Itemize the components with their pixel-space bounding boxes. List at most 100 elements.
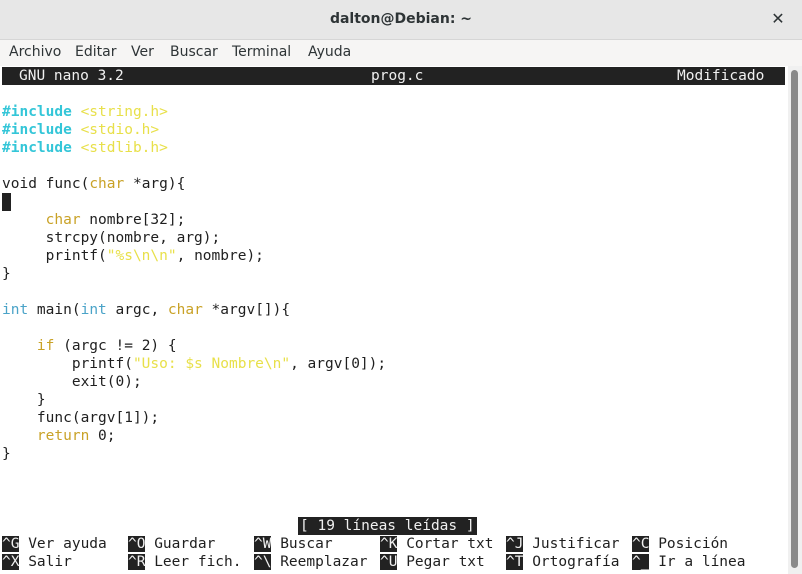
code-token: strcpy(nombre, arg);: [45, 230, 221, 246]
nano-filename: prog.c: [371, 68, 424, 84]
code-token: return: [36, 428, 90, 444]
code-line: #include <string.h>: [2, 103, 168, 121]
shortcut-key: ^U: [380, 554, 398, 570]
shortcut-key: ^O: [128, 536, 146, 552]
code-token: #include: [2, 140, 72, 156]
menu-terminal[interactable]: Terminal: [232, 44, 291, 60]
shortcut-search[interactable]: ^W Buscar: [254, 535, 333, 553]
code-token: "%s\n\n": [106, 248, 177, 264]
shortcut-cut[interactable]: ^K Cortar txt: [380, 535, 494, 553]
shortcut-key: ^K: [380, 536, 398, 552]
scrollbar-thumb[interactable]: [791, 70, 798, 568]
code-token: <stdio.h>: [80, 122, 160, 138]
shortcut-read-file[interactable]: ^R Leer fich.: [128, 553, 242, 571]
shortcut-key: ^_: [632, 554, 650, 570]
nano-status-message: [ 19 líneas leídas ]: [298, 517, 477, 535]
shortcut-spell[interactable]: ^T Ortografía: [506, 553, 620, 571]
shortcut-label: Buscar: [280, 536, 333, 552]
code-token: if: [36, 338, 55, 354]
shortcut-goto-line[interactable]: ^_ Ir a línea: [632, 553, 746, 571]
code-line: if (argc != 2) {: [2, 337, 177, 355]
code-token: exit(0);: [71, 374, 142, 390]
code-line: return 0;: [2, 427, 116, 445]
code-line: strcpy(nombre, arg);: [2, 229, 221, 247]
shortcut-key: ^T: [506, 554, 524, 570]
code-token: int: [80, 302, 107, 318]
shortcut-label: Ver ayuda: [28, 536, 107, 552]
code-token: char: [89, 176, 125, 192]
shortcut-label: Leer fich.: [154, 554, 242, 570]
close-icon[interactable]: ✕: [768, 9, 788, 29]
code-token: void func(: [2, 176, 90, 192]
shortcut-save[interactable]: ^O Guardar: [128, 535, 215, 553]
code-token: <string.h>: [80, 104, 168, 120]
menu-ayuda[interactable]: Ayuda: [308, 44, 351, 60]
shortcut-key: ^C: [632, 536, 650, 552]
shortcut-label: Ir a línea: [658, 554, 746, 570]
code-token: #include: [2, 104, 72, 120]
code-token: (argc != 2) {: [54, 338, 177, 354]
code-line: printf("%s\n\n", nombre);: [2, 247, 264, 265]
shortcut-justify[interactable]: ^J Justificar: [506, 535, 620, 553]
shortcut-label: Cortar txt: [406, 536, 494, 552]
code-line: #include <stdlib.h>: [2, 139, 168, 157]
shortcut-label: Reemplazar: [280, 554, 368, 570]
code-token: argc,: [106, 302, 168, 318]
shortcut-label: Pegar txt: [406, 554, 485, 570]
menu-ver[interactable]: Ver: [131, 44, 154, 60]
shortcut-paste[interactable]: ^U Pegar txt: [380, 553, 485, 571]
code-token: , argv[0]);: [290, 356, 387, 372]
window-titlebar: dalton@Debian: ~ ✕: [0, 0, 802, 40]
code-token: *arg){: [124, 176, 186, 192]
code-token: printf(: [45, 248, 107, 264]
shortcut-replace[interactable]: ^\ Reemplazar: [254, 553, 368, 571]
code-line: }: [2, 446, 11, 462]
shortcut-position[interactable]: ^C Posición: [632, 535, 728, 553]
shortcut-key: ^\: [254, 554, 272, 570]
nano-version: GNU nano 3.2: [19, 68, 124, 84]
code-line: char nombre[32];: [2, 211, 186, 229]
shortcut-help[interactable]: ^G Ver ayuda: [2, 535, 107, 553]
shortcut-label: Posición: [658, 536, 729, 552]
code-token: int: [2, 302, 29, 318]
code-token: main(: [28, 302, 81, 318]
code-line: exit(0);: [2, 373, 142, 391]
code-line: void func(char *arg){: [2, 175, 185, 193]
menu-bar: Archivo Editar Ver Buscar Terminal Ayuda: [0, 40, 802, 66]
code-token: nombre[32];: [80, 212, 186, 228]
code-token: char: [167, 302, 203, 318]
code-line: func(argv[1]);: [2, 409, 159, 427]
code-token: "Uso: $s Nombre\n": [132, 356, 291, 372]
code-token: , nombre);: [176, 248, 264, 264]
code-token: 0;: [89, 428, 116, 444]
shortcut-key: ^W: [254, 536, 272, 552]
menu-archivo[interactable]: Archivo: [9, 44, 61, 60]
shortcut-key: ^G: [2, 536, 20, 552]
shortcut-key: ^R: [128, 554, 146, 570]
shortcut-exit[interactable]: ^X Salir: [2, 553, 72, 571]
shortcut-label: Justificar: [532, 536, 620, 552]
shortcut-key: ^J: [506, 536, 524, 552]
code-token: printf(: [71, 356, 133, 372]
code-token: #include: [2, 122, 72, 138]
code-line: #include <stdio.h>: [2, 121, 159, 139]
shortcut-label: Ortografía: [532, 554, 620, 570]
shortcut-label: Guardar: [154, 536, 216, 552]
window-title: dalton@Debian: ~: [329, 11, 473, 27]
code-token: func(argv[1]);: [36, 410, 160, 426]
code-token: }: [36, 392, 46, 408]
text-cursor: [2, 193, 11, 211]
nano-header: GNU nano 3.2 prog.c Modificado: [2, 67, 785, 85]
code-token: *argv[]){: [202, 302, 291, 318]
code-line: }: [2, 266, 11, 282]
scrollbar[interactable]: [788, 66, 802, 574]
shortcut-key: ^X: [2, 554, 20, 570]
code-line: }: [2, 391, 46, 409]
terminal-area[interactable]: GNU nano 3.2 prog.c Modificado #include …: [0, 66, 788, 574]
nano-state: Modificado: [677, 68, 765, 84]
code-token: <stdlib.h>: [80, 140, 168, 156]
menu-buscar[interactable]: Buscar: [170, 44, 218, 60]
shortcut-label: Salir: [28, 554, 72, 570]
code-token: char: [45, 212, 81, 228]
menu-editar[interactable]: Editar: [75, 44, 116, 60]
